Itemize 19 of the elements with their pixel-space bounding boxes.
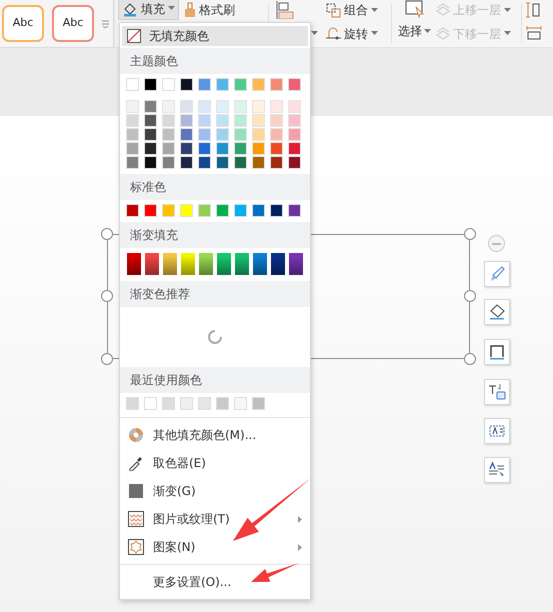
select-button[interactable]: 选择 xyxy=(396,0,433,48)
menu-item[interactable]: 更多设置(O)... xyxy=(120,568,310,596)
format-painter-button[interactable]: 格式刷 xyxy=(181,0,238,20)
rotate-button[interactable]: 旋转 xyxy=(323,24,381,44)
section-header: 最近使用颜色 xyxy=(120,367,310,393)
section-header: 主题颜色 xyxy=(120,48,310,74)
menu-item[interactable]: 取色器(E) xyxy=(120,449,310,477)
no-fill-option[interactable]: 无填充颜色 xyxy=(122,26,308,46)
menu-item[interactable]: 图片或纹理(T) xyxy=(120,505,310,533)
section-header: 标准色 xyxy=(120,174,310,200)
style-preset[interactable]: Abc xyxy=(52,5,94,42)
group-button[interactable]: 组合 xyxy=(323,0,381,20)
fill-button[interactable]: 填充 xyxy=(118,0,179,20)
style-preset[interactable]: Abc xyxy=(2,5,44,42)
menu-item[interactable]: 图案(N) xyxy=(120,533,310,561)
menu-item[interactable]: 渐变(G) xyxy=(120,477,310,505)
section-header: 渐变填充 xyxy=(120,222,310,248)
section-header: 渐变色推荐 xyxy=(120,281,310,307)
menu-item[interactable]: 其他填充颜色(M)... xyxy=(120,421,310,449)
